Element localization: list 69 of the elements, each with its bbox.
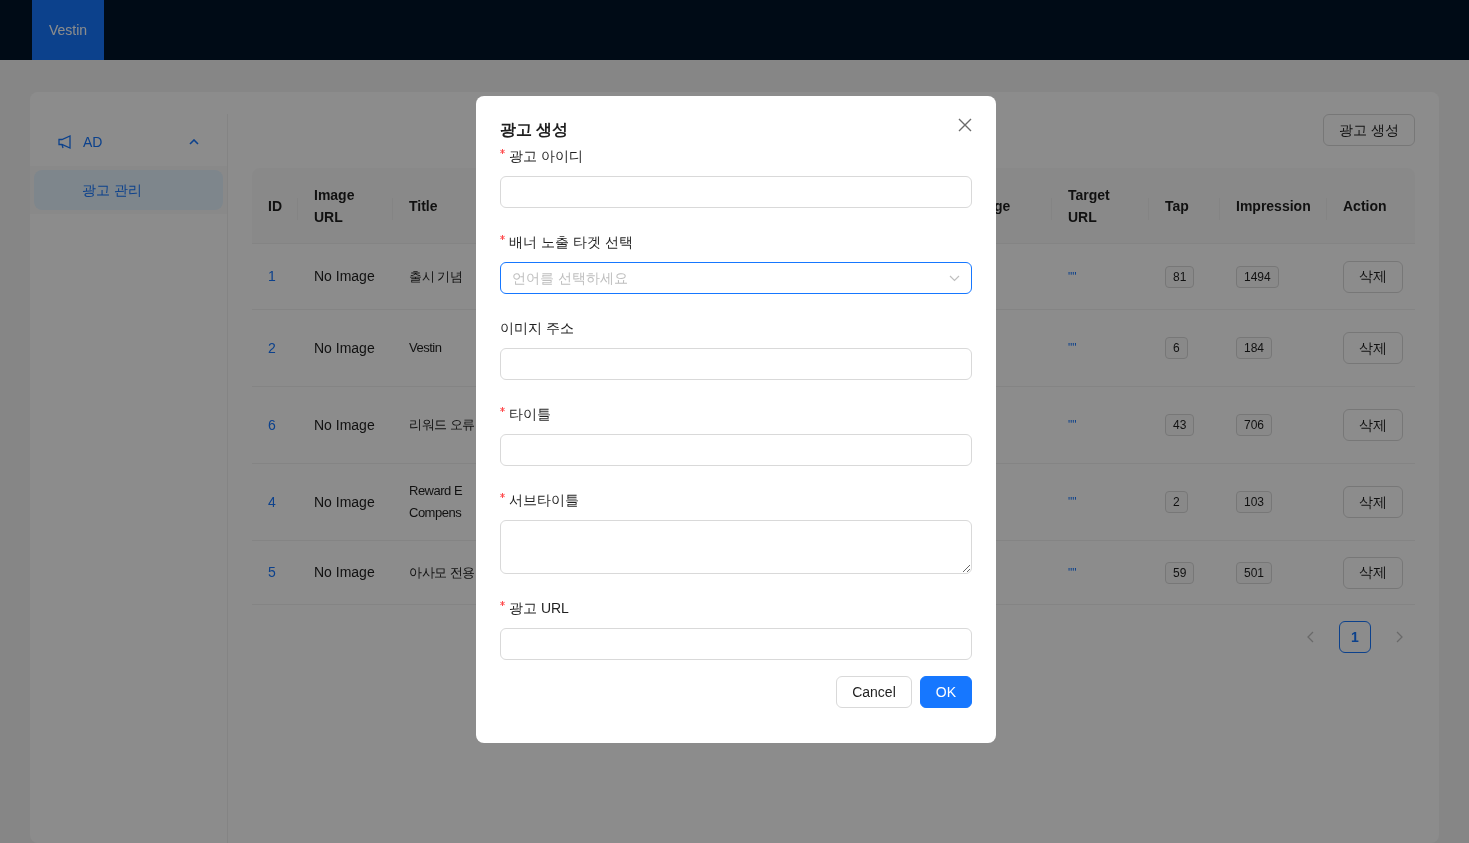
tap-tag: 81 xyxy=(1165,265,1195,288)
impression-tag: 1494 xyxy=(1236,265,1279,288)
placeholder-text: 언어를 선택하세요 xyxy=(512,268,629,288)
table-cell-text: No Image xyxy=(314,563,375,582)
tap-tag: 59 xyxy=(1165,561,1195,584)
table-cell-text: 아사모 전용 xyxy=(409,563,475,582)
field-label-text: 광고 아이디 xyxy=(509,147,583,166)
id-link[interactable]: 4 xyxy=(268,491,276,513)
table-cell-text: 리워드 오류 xyxy=(409,416,475,434)
prev-page-icon[interactable] xyxy=(1307,631,1315,643)
impression-tag: 184 xyxy=(1236,337,1273,359)
menu-group[interactable]: AD xyxy=(30,118,227,166)
cancel-button[interactable]: Cancel xyxy=(836,676,912,708)
id-link[interactable]: 2 xyxy=(268,337,276,359)
table-cell-text: "" xyxy=(1068,494,1077,511)
impression-tag: 103 xyxy=(1236,491,1273,513)
input-field[interactable] xyxy=(500,176,972,208)
input-field[interactable] xyxy=(500,628,972,660)
select-field[interactable]: 언어를 선택하세요 xyxy=(500,262,972,294)
tap-tag: 2 xyxy=(1165,491,1188,513)
table-cell-text: No Image xyxy=(314,267,375,286)
table-cell-text: Reward E Compens xyxy=(409,482,463,522)
modal-title: 광고 생성 xyxy=(500,120,569,140)
page-button[interactable]: 1 xyxy=(1339,621,1371,653)
delete-button[interactable]: 삭제 xyxy=(1343,332,1403,364)
close-icon[interactable] xyxy=(958,118,972,132)
next-page-icon[interactable] xyxy=(1395,631,1403,643)
table-cell-text: No Image xyxy=(314,492,375,512)
column-header: Image URL xyxy=(314,185,356,227)
table-cell-text: "" xyxy=(1068,417,1077,434)
chevron-down-icon xyxy=(949,274,960,282)
column-header: Action xyxy=(1343,196,1387,216)
text-area[interactable] xyxy=(500,520,972,574)
ok-button[interactable]: OK xyxy=(919,676,972,708)
table-cell-text: Vestin xyxy=(409,339,442,357)
table-cell-text: No Image xyxy=(314,415,375,435)
input-field[interactable] xyxy=(500,348,972,380)
menu-item[interactable]: 광고 관리 xyxy=(34,170,223,210)
table-cell-text: 출시 기념 xyxy=(409,267,463,286)
impression-tag: 706 xyxy=(1236,414,1273,436)
field-label-text: 이미지 주소 xyxy=(500,319,574,338)
app-logo[interactable]: Vestin xyxy=(32,0,104,60)
delete-button[interactable]: 삭제 xyxy=(1343,260,1403,293)
id-link[interactable]: 1 xyxy=(268,266,276,287)
table-cell-text: "" xyxy=(1068,564,1077,582)
field-label-text: 광고 URL xyxy=(509,599,569,618)
delete-button[interactable]: 삭제 xyxy=(1343,556,1403,589)
id-link[interactable]: 5 xyxy=(268,562,276,583)
tap-tag: 43 xyxy=(1165,414,1195,436)
id-link[interactable]: 6 xyxy=(268,414,276,436)
tap-tag: 6 xyxy=(1165,337,1188,359)
column-header: Title xyxy=(409,196,438,216)
table-cell-text: No Image xyxy=(314,338,375,358)
impression-tag: 501 xyxy=(1236,561,1273,584)
column-header: Tap xyxy=(1165,196,1189,216)
field-label-text: 타이틀 xyxy=(509,405,551,424)
chevron-icon xyxy=(189,139,199,145)
field-label-text: 서브타이틀 xyxy=(509,491,579,510)
column-header: ID xyxy=(268,196,282,216)
column-header: Target URL xyxy=(1068,185,1111,227)
delete-button[interactable]: 삭제 xyxy=(1343,486,1403,518)
input-field[interactable] xyxy=(500,434,972,466)
field-label-text: 배너 노출 타겟 선택 xyxy=(509,233,633,252)
table-cell-text: "" xyxy=(1068,340,1077,357)
megaphone-icon xyxy=(58,135,73,149)
column-header: Impression xyxy=(1236,196,1311,216)
table-cell-text: "" xyxy=(1068,268,1077,286)
create-button[interactable]: 광고 생성 xyxy=(1323,114,1415,146)
delete-button[interactable]: 삭제 xyxy=(1343,409,1403,441)
